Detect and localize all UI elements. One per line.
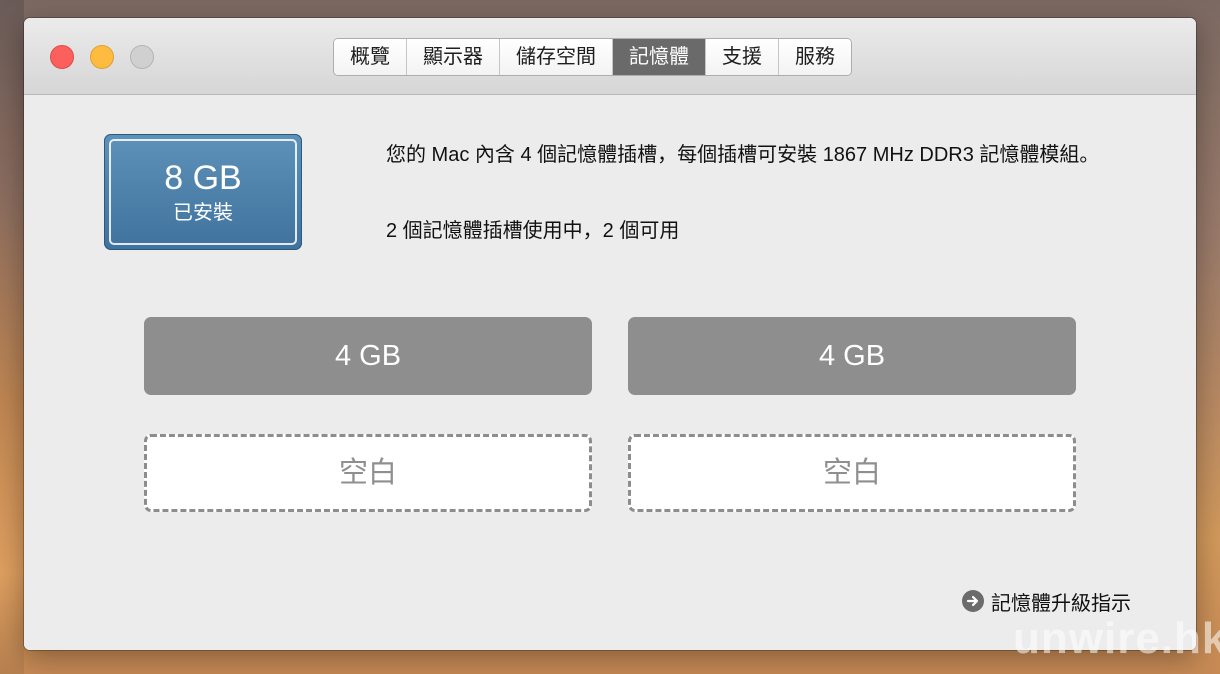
tab-storage[interactable]: 儲存空間 — [500, 39, 613, 75]
tab-service[interactable]: 服務 — [779, 39, 851, 75]
tab-support[interactable]: 支援 — [706, 39, 779, 75]
minimize-button[interactable] — [90, 45, 114, 69]
tab-memory[interactable]: 記憶體 — [613, 39, 706, 75]
desktop-background — [0, 0, 24, 674]
arrow-right-circle-icon — [962, 590, 984, 612]
tab-displays[interactable]: 顯示器 — [407, 39, 500, 75]
memory-description: 您的 Mac 內含 4 個記憶體插槽，每個插槽可安裝 1867 MHz DDR3… — [386, 144, 1100, 166]
titlebar: 概覽 顯示器 儲存空間 記憶體 支援 服務 — [24, 18, 1196, 95]
installed-memory-amount: 8 GB — [164, 159, 242, 197]
installed-memory-frame: 8 GB 已安裝 — [109, 139, 297, 245]
slot-status-text: 2 個記憶體插槽使用中，2 個可用 — [386, 220, 680, 242]
memory-upgrade-label: 記憶體升級指示 — [991, 592, 1131, 615]
tab-bar: 概覽 顯示器 儲存空間 記憶體 支援 服務 — [333, 38, 852, 76]
memory-slot-4: 空白 — [628, 434, 1076, 512]
tab-overview[interactable]: 概覽 — [334, 39, 407, 75]
memory-slot-1: 4 GB — [144, 317, 592, 395]
watermark: unwire.hk — [1013, 614, 1220, 663]
installed-memory-label: 已安裝 — [173, 202, 233, 224]
close-button[interactable] — [50, 45, 74, 69]
installed-memory-badge: 8 GB 已安裝 — [104, 134, 302, 250]
memory-upgrade-link[interactable]: 記憶體升級指示 — [962, 588, 1131, 615]
memory-slot-3: 空白 — [144, 434, 592, 512]
memory-slot-2: 4 GB — [628, 317, 1076, 395]
memory-panel: 8 GB 已安裝 您的 Mac 內含 4 個記憶體插槽，每個插槽可安裝 1867… — [24, 95, 1196, 650]
zoom-button[interactable] — [130, 45, 154, 69]
about-this-mac-window: 概覽 顯示器 儲存空間 記憶體 支援 服務 8 GB 已安裝 您的 Mac 內含… — [24, 18, 1196, 650]
